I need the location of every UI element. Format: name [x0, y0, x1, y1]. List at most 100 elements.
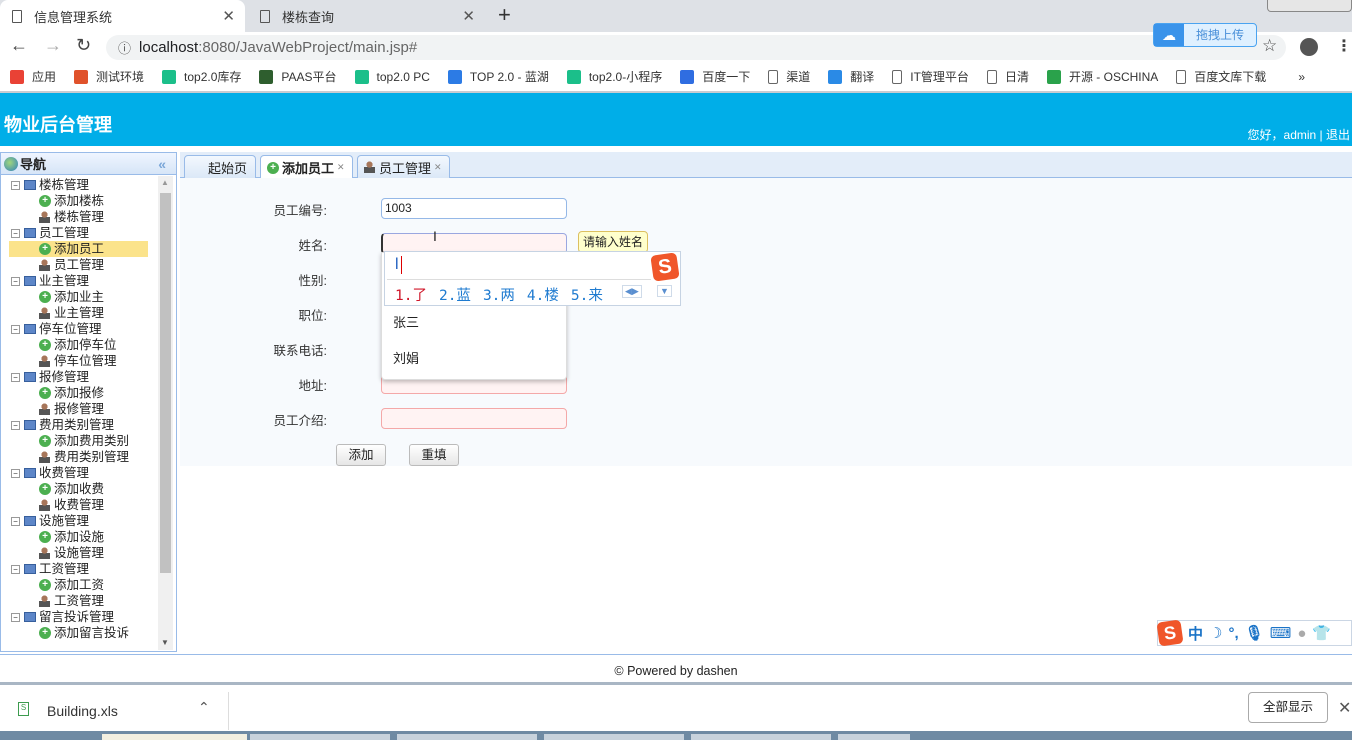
- bookmark-item[interactable]: 百度一下: [680, 68, 750, 85]
- window-controls[interactable]: [1267, 0, 1352, 12]
- bookmark-item[interactable]: top2.0库存: [162, 68, 241, 85]
- browser-tab-active[interactable]: 信息管理系统 ✕: [0, 0, 245, 32]
- back-icon[interactable]: ←: [10, 35, 28, 56]
- user-logout-link[interactable]: 您好，admin | 退出: [1248, 126, 1350, 143]
- reset-button[interactable]: 重填: [409, 444, 459, 466]
- ime-page-arrows-icon[interactable]: ◀▶: [622, 285, 642, 298]
- show-all-button[interactable]: 全部显示: [1248, 692, 1328, 723]
- nav-item[interactable]: + 添加停车位: [1, 337, 158, 353]
- tab-employee-management[interactable]: 员工管理 ✕: [357, 155, 450, 178]
- nav-group[interactable]: − 报修管理: [1, 369, 158, 385]
- autocomplete-option[interactable]: 刘娟: [393, 348, 419, 367]
- nav-group[interactable]: − 留言投诉管理: [1, 609, 158, 625]
- nav-item[interactable]: + 添加报修: [1, 385, 158, 401]
- nav-item[interactable]: + 添加留言投诉: [1, 625, 158, 641]
- ime-candidate[interactable]: 2.蓝: [439, 288, 471, 304]
- bookmark-item[interactable]: 百度文库下载: [1176, 68, 1266, 85]
- skin-icon[interactable]: 👕: [1312, 624, 1331, 642]
- collapse-toggle-icon[interactable]: −: [11, 612, 20, 622]
- bookmark-item[interactable]: 翻译: [828, 68, 874, 85]
- nav-item[interactable]: 工资管理: [1, 593, 158, 609]
- ime-candidate[interactable]: 5.来: [571, 288, 603, 304]
- ime-candidate[interactable]: 3.两: [483, 288, 515, 304]
- ime-candidate[interactable]: 4.楼: [527, 288, 559, 304]
- nav-item[interactable]: + 添加费用类别: [1, 433, 158, 449]
- collapse-toggle-icon[interactable]: −: [11, 324, 20, 334]
- close-tab-icon[interactable]: ✕: [434, 162, 442, 173]
- bookmark-item[interactable]: 应用: [10, 68, 56, 85]
- field-input[interactable]: [381, 408, 567, 429]
- sogou-toolbar[interactable]: S 中 ☽ °, 🎙 ⌨ ● 👕: [1156, 619, 1352, 647]
- nav-item[interactable]: 设施管理: [1, 545, 158, 561]
- close-tab-icon[interactable]: ✕: [222, 7, 235, 25]
- ime-candidate[interactable]: 1.了: [395, 288, 427, 304]
- scrollbar-thumb[interactable]: [160, 193, 171, 573]
- nav-item[interactable]: 业主管理: [1, 305, 158, 321]
- add-button[interactable]: 添加: [336, 444, 386, 466]
- nav-item[interactable]: 楼栋管理: [1, 209, 158, 225]
- nav-group[interactable]: − 费用类别管理: [1, 417, 158, 433]
- bookmark-item[interactable]: 渠道: [768, 68, 810, 85]
- more-bookmarks-icon[interactable]: »: [1298, 70, 1305, 84]
- nav-scrollbar[interactable]: ▲ ▼: [158, 176, 173, 650]
- nav-group[interactable]: − 停车位管理: [1, 321, 158, 337]
- browser-tab[interactable]: 楼栋查询 ✕: [248, 0, 485, 32]
- close-tab-icon[interactable]: ✕: [337, 162, 345, 173]
- forward-icon[interactable]: →: [44, 35, 62, 56]
- collapse-toggle-icon[interactable]: −: [11, 468, 20, 478]
- close-tab-icon[interactable]: ✕: [462, 7, 475, 25]
- keyboard-icon[interactable]: ⌨: [1270, 624, 1292, 642]
- nav-item[interactable]: + 添加业主: [1, 289, 158, 305]
- bookmark-item[interactable]: PAAS平台: [259, 68, 337, 85]
- autocomplete-option[interactable]: 张三: [393, 312, 419, 331]
- bookmark-item[interactable]: TOP 2.0 - 蓝湖: [447, 68, 549, 85]
- star-icon[interactable]: ☆: [1262, 36, 1277, 56]
- new-tab-button[interactable]: +: [498, 2, 511, 28]
- nav-item[interactable]: + 添加楼栋: [1, 193, 158, 209]
- nav-group[interactable]: − 业主管理: [1, 273, 158, 289]
- nav-group[interactable]: − 楼栋管理: [1, 177, 158, 193]
- nav-group[interactable]: − 员工管理: [1, 225, 158, 241]
- nav-item[interactable]: 收费管理: [1, 497, 158, 513]
- nav-item[interactable]: + 添加员工: [9, 241, 148, 257]
- field-input[interactable]: 1003: [381, 198, 567, 219]
- bookmark-item[interactable]: top2.0 PC: [354, 69, 430, 84]
- nav-item[interactable]: + 添加收费: [1, 481, 158, 497]
- user-icon[interactable]: ●: [1297, 625, 1306, 642]
- profile-icon[interactable]: [1300, 38, 1318, 56]
- nav-group[interactable]: − 工资管理: [1, 561, 158, 577]
- reload-icon[interactable]: ↻: [76, 35, 91, 56]
- scroll-down-icon[interactable]: ▼: [161, 638, 169, 647]
- bookmark-item[interactable]: top2.0-小程序: [566, 68, 662, 85]
- nav-item[interactable]: + 添加工资: [1, 577, 158, 593]
- bookmark-item[interactable]: IT管理平台: [892, 68, 969, 85]
- close-icon[interactable]: ✕: [1338, 698, 1351, 718]
- collapse-toggle-icon[interactable]: −: [11, 516, 20, 526]
- punctuation-icon[interactable]: °,: [1228, 625, 1238, 642]
- nav-item[interactable]: 报修管理: [1, 401, 158, 417]
- download-file-name[interactable]: Building.xls: [47, 703, 118, 719]
- tab-add-employee[interactable]: + 添加员工 ✕: [260, 155, 353, 179]
- tab-home[interactable]: 起始页: [184, 155, 256, 178]
- bookmark-item[interactable]: 日清: [986, 68, 1029, 85]
- bookmark-item[interactable]: 开源 - OSCHINA: [1046, 68, 1158, 85]
- collapse-icon[interactable]: «: [158, 156, 166, 172]
- ime-mode-indicator[interactable]: 中: [1188, 623, 1203, 644]
- scroll-up-icon[interactable]: ▲: [161, 178, 169, 187]
- collapse-toggle-icon[interactable]: −: [11, 276, 20, 286]
- nav-group[interactable]: − 设施管理: [1, 513, 158, 529]
- moon-icon[interactable]: ☽: [1209, 624, 1222, 642]
- nav-item[interactable]: 费用类别管理: [1, 449, 158, 465]
- collapse-toggle-icon[interactable]: −: [11, 420, 20, 430]
- bookmark-item[interactable]: 测试环境: [74, 68, 144, 85]
- collapse-toggle-icon[interactable]: −: [11, 372, 20, 382]
- url-input[interactable]: ⓘ localhost:8080/JavaWebProject/main.jsp…: [106, 35, 1286, 60]
- nav-item[interactable]: 停车位管理: [1, 353, 158, 369]
- nav-group[interactable]: − 收费管理: [1, 465, 158, 481]
- nav-item[interactable]: + 添加设施: [1, 529, 158, 545]
- ime-expand-icon[interactable]: ▼: [657, 285, 672, 297]
- chevron-up-icon[interactable]: ⌃: [198, 699, 210, 716]
- collapse-toggle-icon[interactable]: −: [11, 180, 20, 190]
- microphone-icon[interactable]: 🎙: [1245, 624, 1264, 642]
- collapse-toggle-icon[interactable]: −: [11, 564, 20, 574]
